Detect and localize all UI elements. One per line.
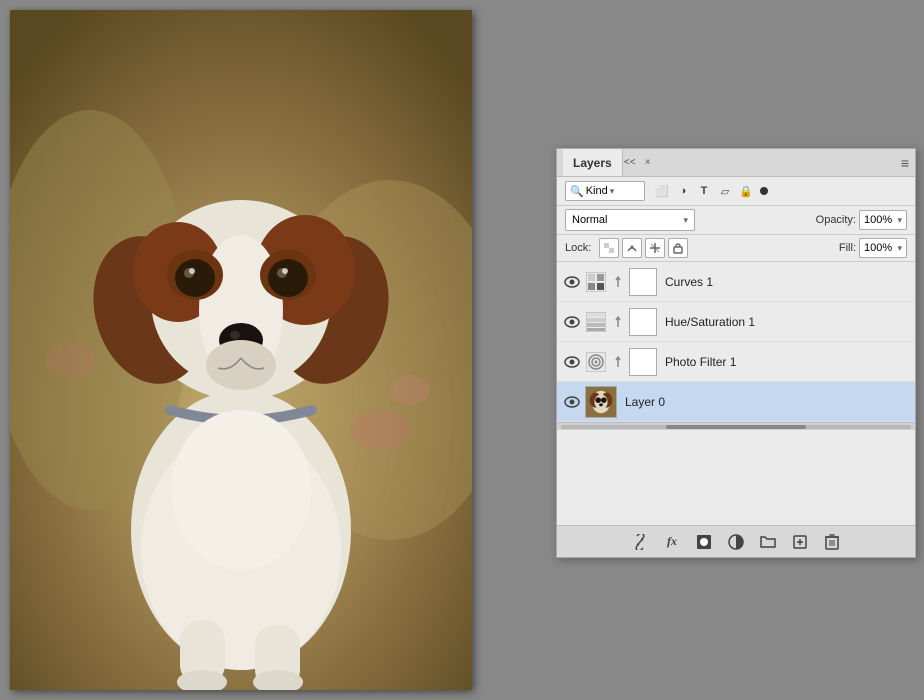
link-icon-curves-1 [611,275,625,289]
text-filter-icon[interactable]: T [695,182,713,200]
delete-layer-button[interactable] [821,531,843,553]
search-icon: 🔍 [570,185,584,198]
panel-menu-button[interactable]: ≡ [901,155,909,171]
mask-thumb-curves-1 [629,268,657,296]
layer-name-hue-1: Hue/Saturation 1 [665,315,909,329]
layer-name-layer-0: Layer 0 [625,395,909,409]
layers-bottom-toolbar: fx [557,525,915,557]
layers-panel: Layers << × ≡ 🔍 Kind ▾ ⬜ ◑ T ▱ 🔒 [556,148,916,558]
opacity-chevron: ▾ [897,215,902,226]
mask-thumb-photofilter-1 [629,348,657,376]
filter-active-dot [760,187,768,195]
kind-chevron: ▾ [610,186,615,197]
image-thumb-layer-0 [585,386,617,418]
shape-filter-icon[interactable]: ▱ [716,182,734,200]
close-button[interactable]: × [641,156,655,170]
layer-row-curves-1[interactable]: Curves 1 [557,262,915,302]
fill-label: Fill: [839,242,856,254]
type-icon-hue-1 [585,311,607,333]
fill-group: Fill: 100% ▾ [839,238,907,258]
opacity-input[interactable]: 100% ▾ [859,210,907,230]
lock-label: Lock: [565,242,591,254]
type-icon-photofilter-1 [585,351,607,373]
link-layers-button[interactable] [629,531,651,553]
kind-filter-dropdown[interactable]: 🔍 Kind ▾ [565,181,645,201]
fill-chevron: ▾ [897,243,902,254]
lock-image-pixels[interactable] [622,238,642,258]
new-layer-button[interactable] [789,531,811,553]
layer-name-curves-1: Curves 1 [665,275,909,289]
visibility-photofilter-1[interactable] [563,353,581,371]
type-icon-curves-1 [585,271,607,293]
panel-scrollbar[interactable] [557,422,915,430]
filter-row: 🔍 Kind ▾ ⬜ ◑ T ▱ 🔒 [557,177,915,206]
new-fill-adjustment-button[interactable] [725,531,747,553]
new-group-button[interactable] [757,531,779,553]
kind-label: Kind [586,185,608,197]
scrollbar-thumb [666,425,806,429]
opacity-group: Opacity: 100% ▾ [816,210,907,230]
filter-icons: ⬜ ◑ T ▱ 🔒 [653,182,768,200]
opacity-label: Opacity: [816,214,856,226]
visibility-curves-1[interactable] [563,273,581,291]
fill-value: 100% [864,242,892,254]
lock-filter-icon[interactable]: 🔒 [737,182,755,200]
blend-mode-dropdown[interactable]: Normal ▾ [565,209,695,231]
fill-input[interactable]: 100% ▾ [859,238,907,258]
lock-icons [599,238,688,258]
visibility-layer-0[interactable] [563,393,581,411]
lock-transparent-pixels[interactable] [599,238,619,258]
dog-photo [10,10,472,690]
adjustment-filter-icon[interactable]: ◑ [674,182,692,200]
lock-position[interactable] [645,238,665,258]
lock-row: Lock: Fill: 100% ▾ [557,235,915,262]
panel-controls: << × [623,156,655,170]
opacity-value: 100% [864,214,892,226]
scrollbar-track [561,425,911,429]
layers-tab[interactable]: Layers [563,149,623,176]
image-filter-icon[interactable]: ⬜ [653,182,671,200]
lock-all[interactable] [668,238,688,258]
blend-mode-label: Normal [572,214,607,226]
dog-illustration [10,10,472,690]
mask-thumb-hue-1 [629,308,657,336]
collapse-button[interactable]: << [623,156,637,170]
add-layer-mask-button[interactable] [693,531,715,553]
add-layer-style-button[interactable]: fx [661,531,683,553]
link-icon-photofilter-1 [611,355,625,369]
canvas-area: Layers << × ≡ 🔍 Kind ▾ ⬜ ◑ T ▱ 🔒 [0,0,924,700]
layer-row-layer-0[interactable]: Layer 0 [557,382,915,422]
visibility-hue-1[interactable] [563,313,581,331]
layer-row-hue-1[interactable]: Hue/Saturation 1 [557,302,915,342]
blend-row: Normal ▾ Opacity: 100% ▾ [557,206,915,235]
layer-row-photofilter-1[interactable]: Photo Filter 1 [557,342,915,382]
blend-chevron: ▾ [683,215,688,226]
panel-tabs: Layers [563,149,623,176]
panel-titlebar: Layers << × ≡ [557,149,915,177]
link-icon-hue-1 [611,315,625,329]
canvas-image [10,10,472,690]
layers-list: Curves 1 Hue/Saturation 1 [557,262,915,422]
layer-name-photofilter-1: Photo Filter 1 [665,355,909,369]
